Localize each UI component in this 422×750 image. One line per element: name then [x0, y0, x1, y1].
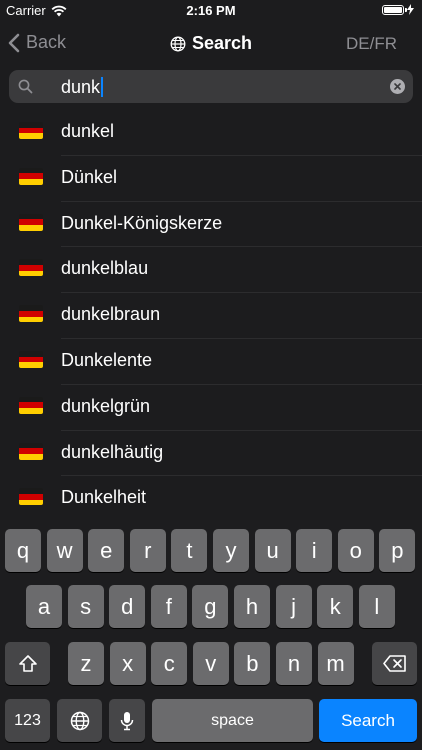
backspace-key[interactable]	[372, 642, 417, 685]
results-list: dunkel Dünkel Dunkel-Königskerze dunkelblau…	[0, 110, 422, 523]
text-caret	[101, 77, 104, 97]
result-word: dunkel	[61, 121, 115, 141]
german-flag-icon	[19, 396, 43, 414]
key-j[interactable]: j	[275, 585, 312, 628]
search-key[interactable]: Search	[319, 699, 417, 742]
shift-key[interactable]	[5, 642, 50, 685]
key-s[interactable]: s	[67, 585, 104, 628]
german-flag-icon	[19, 167, 43, 185]
key-a[interactable]: a	[26, 585, 62, 628]
result-word: Dunkelente	[61, 349, 153, 370]
key-e[interactable]: e	[88, 529, 125, 572]
search-field[interactable]: dunk	[9, 70, 413, 103]
key-t[interactable]: t	[171, 529, 208, 572]
result-item[interactable]: dunkelgrün	[0, 385, 422, 431]
microphone-icon	[120, 711, 134, 730]
search-input[interactable]: dunk	[61, 77, 104, 98]
numbers-key[interactable]: 123	[5, 699, 50, 742]
result-word: Dunkel-Königskerze	[61, 212, 223, 233]
space-key[interactable]: space	[152, 699, 313, 742]
german-flag-icon	[19, 350, 43, 368]
shift-icon	[18, 654, 37, 672]
german-flag-icon	[19, 305, 43, 323]
navigation-bar: Back Search DE/FR	[0, 22, 422, 66]
globe-key[interactable]	[57, 699, 102, 742]
result-item[interactable]: dunkel	[0, 110, 422, 156]
result-item[interactable]: Dunkelente	[0, 339, 422, 385]
result-item[interactable]: Dunkelheit	[0, 476, 422, 523]
language-pair-button[interactable]: DE/FR	[346, 34, 397, 54]
key-k[interactable]: k	[317, 585, 354, 628]
result-word: Dünkel	[61, 166, 118, 187]
battery-icon	[382, 4, 407, 15]
result-item[interactable]: dunkelhäutig	[0, 431, 422, 477]
key-f[interactable]: f	[150, 585, 187, 628]
backspace-icon	[382, 655, 406, 672]
key-i[interactable]: i	[296, 529, 333, 572]
key-g[interactable]: g	[192, 585, 229, 628]
key-q[interactable]: q	[5, 529, 41, 572]
key-p[interactable]: p	[379, 529, 416, 572]
german-flag-icon	[19, 442, 43, 460]
search-query: dunk	[61, 77, 101, 97]
keyboard: q w e r t y u i o p a s d f g h j k l z x c v b n m 123 space Search	[0, 520, 422, 750]
key-d[interactable]: d	[109, 585, 146, 628]
result-word: dunkelbraun	[61, 304, 161, 325]
dictation-key[interactable]	[109, 699, 145, 742]
globe-icon	[170, 36, 186, 51]
key-y[interactable]: y	[213, 529, 249, 572]
status-bar: Carrier 2:16 PM	[0, 0, 422, 22]
result-word: dunkelblau	[61, 258, 149, 279]
key-n[interactable]: n	[276, 642, 312, 685]
result-item[interactable]: Dunkel-Königskerze	[0, 202, 422, 248]
key-c[interactable]: c	[151, 642, 188, 685]
key-x[interactable]: x	[109, 642, 146, 685]
key-z[interactable]: z	[68, 642, 104, 685]
key-o[interactable]: o	[337, 529, 374, 572]
key-l[interactable]: l	[358, 585, 395, 628]
key-u[interactable]: u	[254, 529, 291, 572]
result-word: Dunkelheit	[61, 487, 147, 508]
result-word: dunkelhäutig	[61, 441, 164, 462]
german-flag-icon	[19, 259, 43, 277]
german-flag-icon	[19, 213, 43, 231]
key-w[interactable]: w	[46, 529, 83, 572]
german-flag-icon	[19, 122, 43, 139]
key-b[interactable]: b	[234, 642, 271, 685]
result-item[interactable]: dunkelbraun	[0, 293, 422, 339]
german-flag-icon	[19, 488, 43, 506]
key-v[interactable]: v	[192, 642, 229, 685]
globe-icon	[70, 711, 89, 730]
key-m[interactable]: m	[317, 642, 354, 685]
result-item[interactable]: Dünkel	[0, 156, 422, 202]
key-r[interactable]: r	[129, 529, 166, 572]
status-time: 2:16 PM	[186, 3, 236, 18]
page-title-text: Search	[191, 33, 253, 53]
charging-icon	[407, 4, 414, 15]
result-item[interactable]: dunkelblau	[0, 247, 422, 294]
result-word: dunkelgrün	[61, 395, 151, 416]
clear-icon[interactable]	[390, 79, 405, 94]
search-icon	[18, 79, 33, 94]
key-h[interactable]: h	[234, 585, 270, 628]
